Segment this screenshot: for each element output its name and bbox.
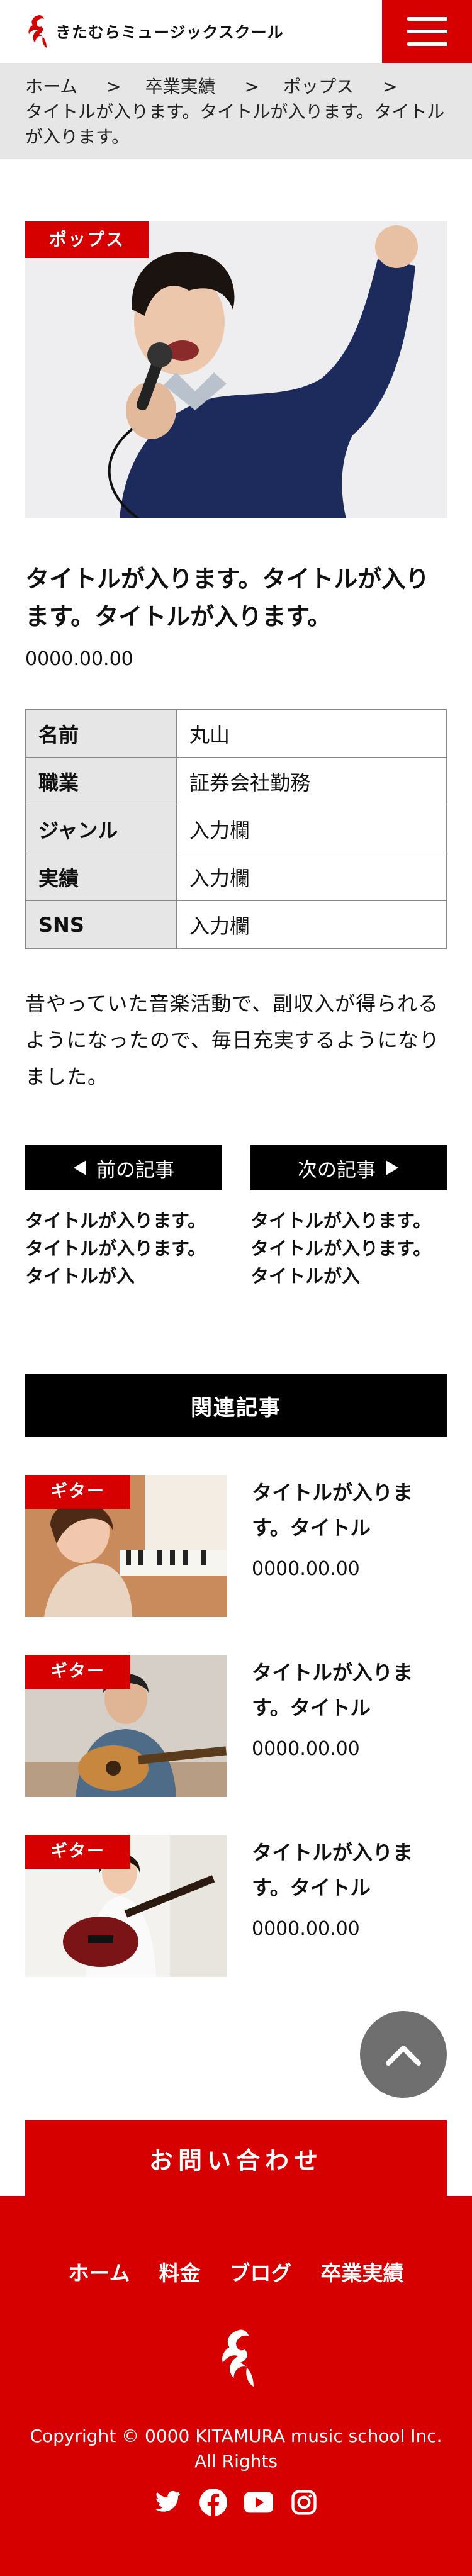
table-row: 名前 丸山 [25,709,447,758]
breadcrumb-separator: > [106,76,121,97]
breadcrumb-home[interactable]: ホーム [25,76,77,97]
profile-key: 職業 [25,757,177,805]
footer-nav-home[interactable]: ホーム [68,2256,130,2287]
hamburger-icon-bar [407,17,447,21]
chevron-up-icon [386,2046,421,2066]
profile-table: 名前 丸山 職業 証券会社勤務 ジャンル 入力欄 実績 入力欄 SNS 入力欄 [25,709,447,949]
page: きたむらミュージックスクール ホーム > 卒業実績 > ポップス > タイトルが入ります。… [0,0,472,2576]
footer-nav-blog[interactable]: ブログ [230,2256,292,2287]
related-title: タイトルが入ります。タイトル [252,1660,413,1720]
brand-name: きたむらミュージックスクール [55,23,284,42]
next-article-label: 次の記事 [298,1158,376,1182]
related-info: タイトルが入ります。タイトル 0000.00.00 [252,1655,447,1797]
triangle-right-icon [386,1160,398,1175]
related-item[interactable]: ギター タイトルが入ります。タイトル 0000.00.00 [25,1835,447,1977]
social-links [0,2488,472,2517]
logo-icon [28,15,47,48]
facebook-icon[interactable] [199,2488,228,2517]
instagram-icon[interactable] [289,2488,318,2517]
related-info: タイトルが入ります。タイトル 0000.00.00 [252,1835,447,1977]
related-item[interactable]: ギター タイトルが入ります。タイトル 0000.00.00 [25,1655,447,1797]
table-row: 職業 証券会社勤務 [25,757,447,805]
profile-key: 名前 [25,709,177,758]
breadcrumb-separator: > [383,76,398,97]
logo-icon [222,2329,254,2387]
related-tag: ギター [25,1835,130,1869]
related-tag: ギター [25,1655,130,1689]
related-thumbnail: ギター [25,1655,227,1797]
related-tag: ギター [25,1475,130,1509]
breadcrumb-pops[interactable]: ポップス [283,76,354,97]
footer-nav: ホーム 料金 ブログ 卒業実績 [0,2256,472,2287]
next-article-button[interactable]: 次の記事 [250,1145,447,1190]
prev-article-label: 前の記事 [96,1158,174,1182]
youtube-icon[interactable] [244,2488,273,2517]
hamburger-icon-bar [407,30,447,33]
profile-key: 実績 [25,853,177,901]
twitter-icon[interactable] [154,2488,183,2517]
related-thumbnail: ギター [25,1475,227,1617]
breadcrumb: ホーム > 卒業実績 > ポップス > タイトルが入ります。タイトルが入ります。タイトルが… [0,63,472,159]
singer-photo [25,221,447,518]
prev-article-title[interactable]: タイトルが入ります。タイトルが入ります。タイトルが入 [25,1207,222,1290]
profile-value: 入力欄 [176,900,447,949]
related-title: タイトルが入ります。タイトル [252,1481,413,1540]
related-date: 0000.00.00 [252,1918,360,1940]
breadcrumb-graduates[interactable]: 卒業実績 [145,76,216,97]
profile-value: 丸山 [176,709,447,758]
table-row: SNS 入力欄 [25,900,447,949]
profile-value: 入力欄 [176,853,447,901]
related-title: タイトルが入ります。タイトル [252,1840,413,1900]
prev-article-button[interactable]: 前の記事 [25,1145,222,1190]
profile-key: ジャンル [25,805,177,853]
related-thumbnail: ギター [25,1835,227,1977]
triangle-left-icon [74,1160,86,1175]
menu-button[interactable] [382,0,472,63]
article-date: 0000.00.00 [25,648,133,670]
article-pager: 前の記事 タイトルが入ります。タイトルが入ります。タイトルが入 次の記事 タイト… [25,1145,447,1290]
page-top-button[interactable] [360,2011,447,2098]
copyright: Copyright © 0000 KITAMURA music school I… [30,2426,442,2472]
category-badge: ポップス [25,221,149,258]
next-article-title[interactable]: タイトルが入ります。タイトルが入ります。タイトルが入 [250,1207,447,1290]
site-header: きたむらミュージックスクール [0,0,472,63]
breadcrumb-current: タイトルが入ります。タイトルが入ります。タイトルが入ります。 [25,101,445,147]
footer-nav-graduates[interactable]: 卒業実績 [321,2256,404,2287]
related-date: 0000.00.00 [252,1558,360,1580]
related-heading: 関連記事 [25,1374,447,1437]
article-body: 昔やっていた音楽活動で、副収入が得られるようになったので、毎日充実するようになり… [25,992,440,1089]
prev-article: 前の記事 タイトルが入ります。タイトルが入ります。タイトルが入 [25,1145,222,1290]
footer-nav-price[interactable]: 料金 [159,2256,201,2287]
contact-button[interactable]: お問い合わせ [25,2120,447,2196]
table-row: ジャンル 入力欄 [25,805,447,853]
article-title: タイトルが入ります。タイトルが入ります。タイトルが入ります。 [25,565,430,630]
article-hero-image: ポップス [25,221,447,518]
next-article: 次の記事 タイトルが入ります。タイトルが入ります。タイトルが入 [250,1145,447,1290]
site-footer: ホーム 料金 ブログ 卒業実績 Copyright © 0000 KITAMUR… [0,2196,472,2576]
profile-value: 入力欄 [176,805,447,853]
related-info: タイトルが入ります。タイトル 0000.00.00 [252,1475,447,1617]
hamburger-icon-bar [407,42,447,46]
related-item[interactable]: ギター タイトルが入ります。タイトル 0000.00.00 [25,1475,447,1617]
footer-logo[interactable] [0,2327,472,2390]
profile-key: SNS [25,900,177,949]
site-logo[interactable]: きたむらミュージックスクール [24,14,284,49]
profile-value: 証券会社勤務 [176,757,447,805]
table-row: 実績 入力欄 [25,853,447,901]
breadcrumb-separator: > [244,76,260,97]
related-date: 0000.00.00 [252,1738,360,1760]
